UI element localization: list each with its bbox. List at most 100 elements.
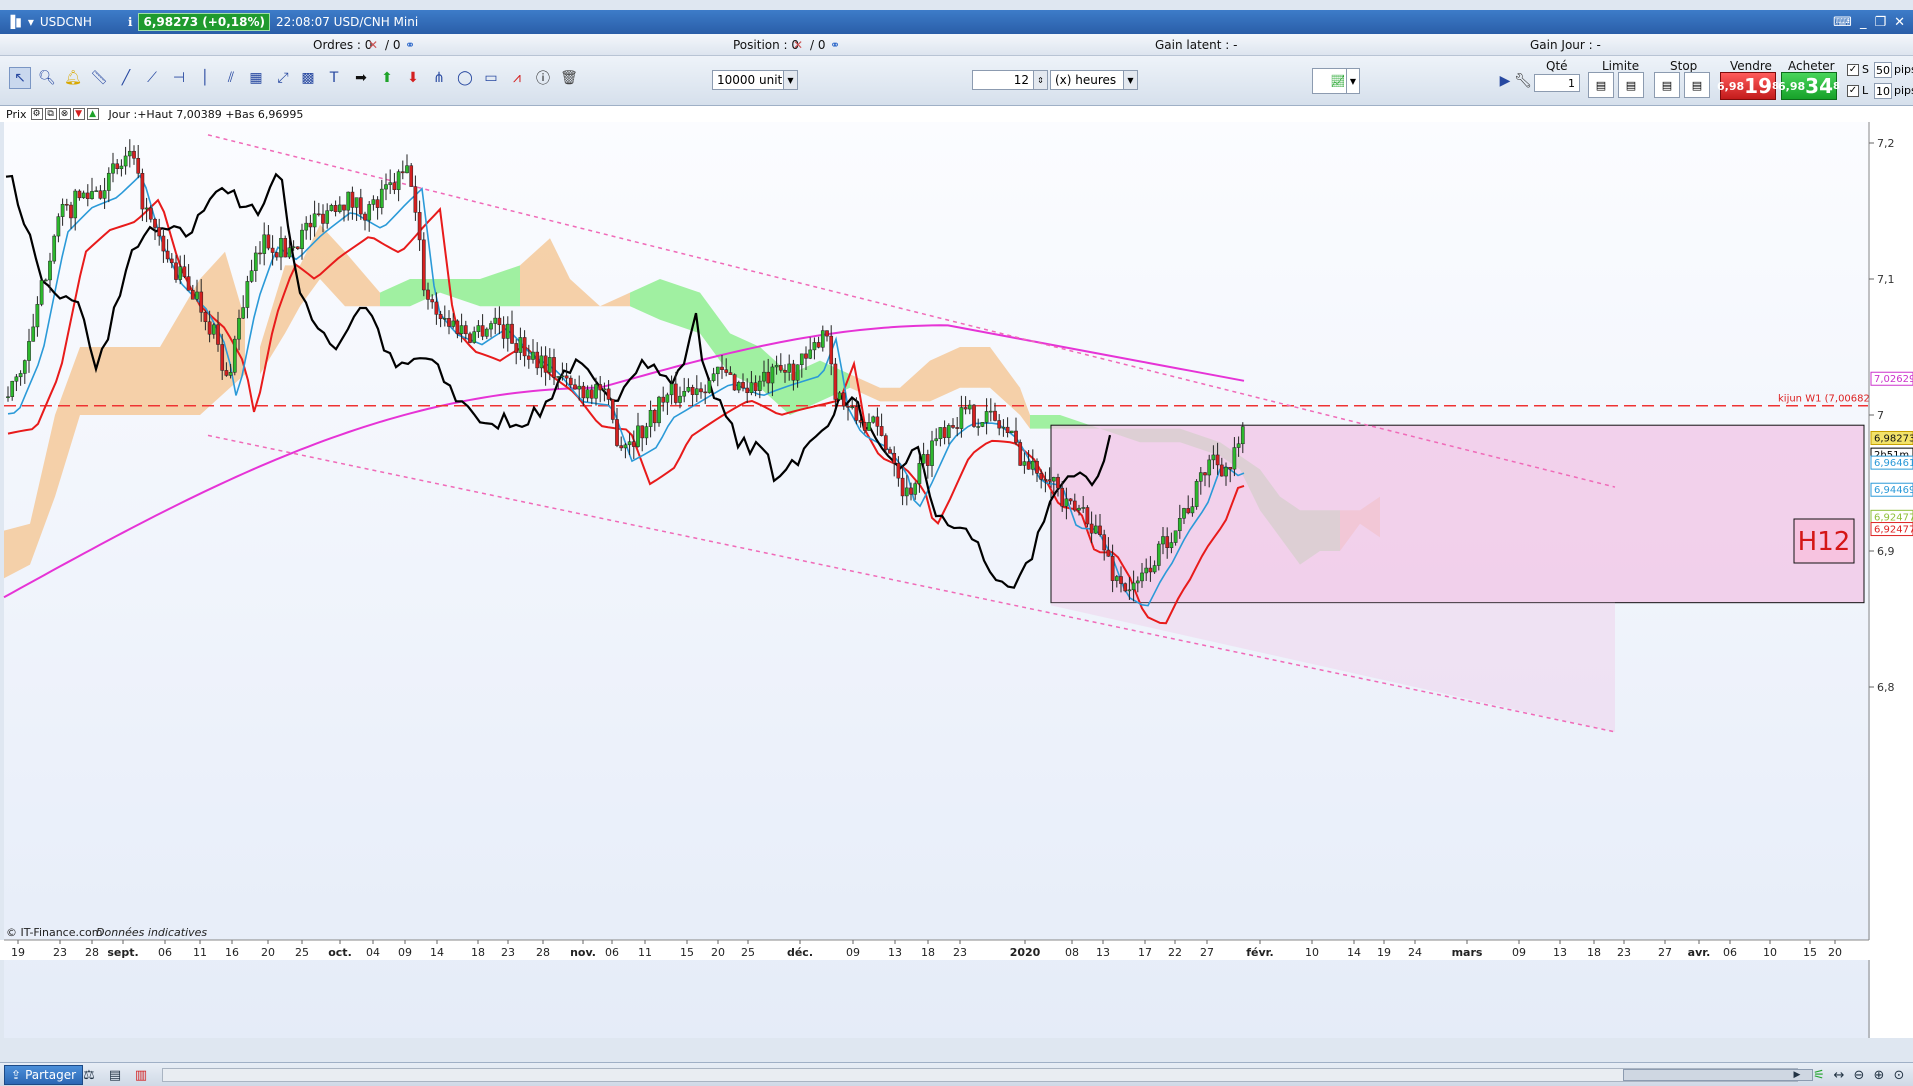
- arrow-right-icon[interactable]: ➡: [350, 67, 372, 89]
- text-tool-icon[interactable]: T: [323, 67, 345, 89]
- candle-body: [73, 190, 78, 219]
- candle-body: [1161, 536, 1165, 545]
- interval-stepper[interactable]: 12 ⇕: [972, 70, 1048, 90]
- symbol-dropdown-icon[interactable]: ▾: [28, 15, 34, 29]
- candle-body: [636, 425, 640, 447]
- limit-sell-button[interactable]: ▤: [1618, 72, 1644, 98]
- candle-body: [220, 344, 225, 371]
- candle-body: [909, 487, 913, 495]
- kumo-segment: [880, 387, 900, 402]
- grid-tool-icon[interactable]: ▩: [297, 67, 319, 89]
- keyboard-icon[interactable]: ⌨: [1833, 15, 1852, 30]
- symbol-name[interactable]: USDCNH: [40, 15, 92, 29]
- ellipse-tool-icon[interactable]: ◯: [454, 67, 476, 89]
- qty-input[interactable]: 1: [1534, 74, 1580, 92]
- panel-settings-icon[interactable]: ⚙: [30, 108, 43, 120]
- units-select[interactable]: 10000 unités ▼: [712, 70, 798, 90]
- target-zone: [1050, 424, 1865, 604]
- units-arrow-icon[interactable]: ▼: [783, 71, 797, 89]
- zoom-out-icon[interactable]: ⊖: [1850, 1066, 1868, 1084]
- info-tool-icon[interactable]: ⓘ: [532, 67, 554, 89]
- close-icon[interactable]: ✕: [1894, 15, 1905, 30]
- panel-down-icon[interactable]: ▼: [72, 108, 85, 120]
- panel-detach-icon[interactable]: ⧉: [44, 108, 57, 120]
- arrow-up-icon[interactable]: ⬆: [376, 67, 398, 89]
- scrollbar-thumb[interactable]: [1623, 1069, 1813, 1081]
- zoom-reset-icon[interactable]: ⊙: [1890, 1066, 1908, 1084]
- candle-body: [682, 391, 687, 397]
- bar-style-icon[interactable]: ⚖: [80, 1066, 98, 1084]
- horizontal-scrollbar[interactable]: [162, 1068, 1813, 1082]
- ray-tool-icon[interactable]: ⟋: [141, 67, 163, 89]
- candle-body: [111, 163, 115, 174]
- zoom-icon[interactable]: 🔍︎: [36, 67, 58, 89]
- x-tick-label: 11: [193, 946, 207, 959]
- arrow-down-icon[interactable]: ⬇: [402, 67, 424, 89]
- fan-tool-icon[interactable]: ⤢: [272, 67, 294, 89]
- limit-pips-input[interactable]: 10: [1874, 83, 1892, 99]
- candle-body: [358, 197, 363, 215]
- zoom-in-icon[interactable]: ⊕: [1870, 1066, 1888, 1084]
- chart-canvas[interactable]: kijun W1 (7,00682) H12 7,2 7,1 7 6,9 6,8 7,0262…: [0, 106, 1913, 1038]
- candle-body: [1228, 466, 1233, 470]
- wrench-icon[interactable]: 🔧︎: [1512, 70, 1534, 92]
- candle: [732, 373, 737, 391]
- candle-body: [153, 218, 157, 228]
- candle-body: [942, 427, 947, 438]
- interval-unit-arrow-icon[interactable]: ▼: [1123, 71, 1137, 89]
- candle-body: [98, 190, 103, 199]
- pitchfork-icon[interactable]: ⋔: [428, 67, 450, 89]
- candle-body: [577, 385, 582, 390]
- chart-icon[interactable]: ▐▮: [6, 15, 22, 29]
- candle-body: [938, 427, 943, 440]
- trend-tool-icon[interactable]: ⩘: [506, 67, 528, 89]
- position-cancel-icon[interactable]: ✕: [793, 38, 803, 52]
- stop-buy-button[interactable]: ▤: [1654, 72, 1680, 98]
- candle-body: [241, 307, 246, 319]
- scroll-right-icon[interactable]: ▶: [1788, 1066, 1806, 1084]
- position-link-icon[interactable]: ⚭: [830, 38, 840, 52]
- stop-checkbox[interactable]: ✓: [1847, 64, 1859, 76]
- channel-tool-icon[interactable]: ⫽: [220, 67, 242, 89]
- alert-bell-icon[interactable]: 🔔︎: [62, 67, 84, 89]
- layout-icon[interactable]: ▥: [132, 1066, 150, 1084]
- line-tool-icon[interactable]: ╱: [115, 67, 137, 89]
- candle-body: [81, 192, 86, 199]
- horizontal-line-icon[interactable]: ⊣: [168, 67, 190, 89]
- candle-body: [850, 406, 855, 409]
- x-tick-label: 20: [261, 946, 275, 959]
- fit-icon[interactable]: ↔: [1830, 1066, 1848, 1084]
- vertical-line-icon[interactable]: │: [194, 67, 216, 89]
- sell-button[interactable]: 6,98 19 8: [1717, 72, 1779, 100]
- restore-icon[interactable]: ❐: [1874, 15, 1886, 30]
- pointer-icon[interactable]: ↖: [9, 67, 31, 89]
- trash-icon[interactable]: 🗑︎: [558, 67, 580, 89]
- minimize-icon[interactable]: _: [1860, 15, 1867, 30]
- candle-body: [1182, 508, 1186, 519]
- share-button[interactable]: ⇪ Partager: [4, 1065, 84, 1085]
- limit-buy-button[interactable]: ▤: [1588, 72, 1614, 98]
- chart-mode-icon[interactable]: ⚟: [1810, 1066, 1828, 1084]
- ruler-icon[interactable]: 📏︎: [88, 67, 110, 89]
- info-icon[interactable]: ℹ: [128, 15, 133, 29]
- fibonacci-icon[interactable]: ▦: [245, 67, 267, 89]
- rectangle-tool-icon[interactable]: ▭: [480, 67, 502, 89]
- stop-pips-input[interactable]: 50: [1874, 62, 1892, 78]
- y-tick-label: 7,1: [1877, 273, 1895, 286]
- panel-close-icon[interactable]: ⊗: [58, 108, 71, 120]
- panel-expand-icon[interactable]: ▶: [1500, 70, 1511, 92]
- print-icon[interactable]: ▤: [106, 1066, 124, 1084]
- limit-checkbox[interactable]: ✓: [1847, 85, 1859, 97]
- limit-label: Limite: [1602, 59, 1640, 73]
- orders-cancel-icon[interactable]: ✕: [368, 38, 378, 52]
- panel-up-icon[interactable]: ▲: [86, 108, 99, 120]
- stop-sell-button[interactable]: ▤: [1684, 72, 1710, 98]
- interval-spin-icon[interactable]: ⇕: [1033, 71, 1047, 89]
- buy-button[interactable]: 6,98 34 8: [1778, 72, 1840, 100]
- indicators-dropdown[interactable]: ▼: [1346, 68, 1360, 94]
- candle-body: [295, 246, 300, 250]
- orders-link-icon[interactable]: ⚭: [405, 38, 415, 52]
- price-chart[interactable]: kijun W1 (7,00682) H12 7,2 7,1 7 6,9 6,8 7,0262…: [0, 106, 1913, 1038]
- candle-body: [375, 199, 380, 208]
- interval-unit-select[interactable]: (x) heures ▼: [1050, 70, 1138, 90]
